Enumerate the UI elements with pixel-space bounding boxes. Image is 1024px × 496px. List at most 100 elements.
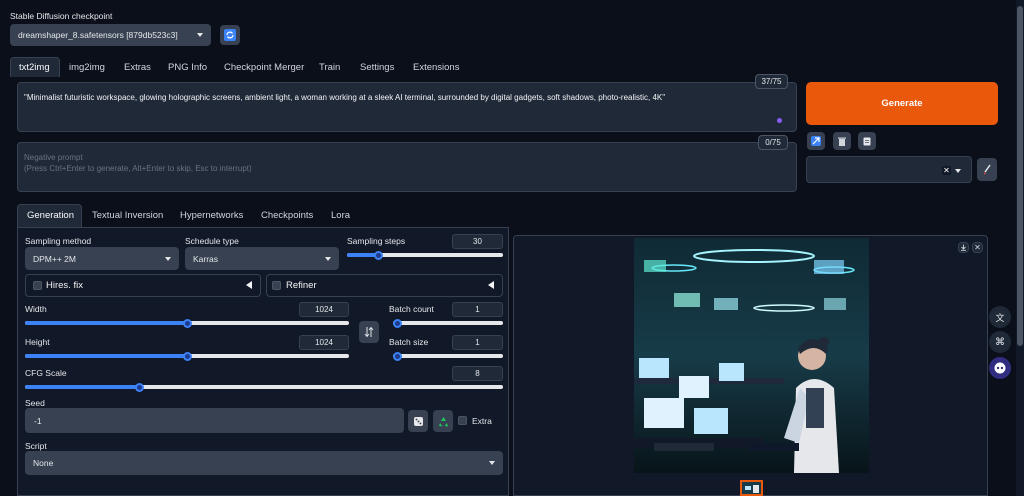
apps-button[interactable]: ⌘: [989, 331, 1011, 353]
chevron-down-icon: [197, 33, 203, 37]
refiner-checkbox[interactable]: [272, 281, 281, 290]
download-button[interactable]: [958, 242, 969, 253]
batch-count-input[interactable]: 1: [452, 302, 503, 317]
width-input[interactable]: 1024: [299, 302, 349, 317]
recycle-icon: [438, 416, 448, 426]
assistant-button[interactable]: [989, 357, 1011, 379]
close-icon[interactable]: ✕: [942, 166, 951, 175]
negative-prompt-placeholder-2: (Press Ctrl+Enter to generate, Alt+Enter…: [24, 164, 252, 173]
checkpoint-label: Stable Diffusion checkpoint: [10, 11, 113, 21]
sampling-method-dropdown[interactable]: DPM++ 2M: [25, 247, 179, 270]
tab-train[interactable]: Train: [319, 62, 340, 73]
height-slider[interactable]: [25, 351, 349, 361]
sampling-method-label: Sampling method: [25, 236, 92, 246]
script-value: None: [33, 458, 54, 468]
apps-icon: ⌘: [995, 336, 1005, 348]
batch-size-slider[interactable]: [393, 351, 503, 361]
slider-thumb[interactable]: [182, 351, 192, 361]
close-icon: ✕: [974, 243, 981, 252]
schedule-type-value: Karras: [193, 253, 219, 264]
batch-count-slider[interactable]: [393, 318, 503, 328]
dice-icon: [413, 416, 423, 426]
cfg-scale-slider[interactable]: [25, 382, 503, 392]
extra-seed-label: Extra: [472, 416, 492, 426]
close-gallery-button[interactable]: ✕: [972, 242, 983, 253]
translate-icon: 文: [995, 312, 1005, 323]
sampling-steps-input[interactable]: 30: [452, 234, 503, 249]
thumbnail-preview: [745, 486, 751, 490]
slider-thumb[interactable]: [393, 351, 402, 361]
trash-icon: [838, 137, 846, 146]
subtab-generation[interactable]: Generation: [27, 210, 74, 221]
generate-button[interactable]: Generate: [806, 82, 998, 125]
seed-label: Seed: [25, 398, 45, 408]
refiner-label: Refiner: [286, 280, 317, 291]
chevron-down-icon: [489, 461, 495, 465]
refresh-checkpoint-button[interactable]: [220, 25, 240, 45]
tab-checkpoint-merger[interactable]: Checkpoint Merger: [224, 62, 304, 73]
read-params-button[interactable]: [807, 132, 825, 150]
hires-fix-accordion[interactable]: Hires. fix: [25, 274, 261, 297]
checkpoint-dropdown[interactable]: dreamshaper_8.safetensors [879db523c3]: [10, 24, 211, 46]
generate-label: Generate: [881, 98, 923, 109]
extra-seed-checkbox[interactable]: [458, 416, 467, 425]
subtab-textual-inversion[interactable]: Textual Inversion: [92, 210, 163, 221]
apply-style-button[interactable]: [977, 158, 997, 181]
batch-size-label: Batch size: [389, 337, 429, 347]
slider-thumb[interactable]: [182, 318, 192, 328]
script-dropdown[interactable]: None: [25, 451, 503, 475]
tab-img2img[interactable]: img2img: [69, 62, 105, 73]
thumbnail-preview-figure: [753, 485, 759, 493]
seed-input[interactable]: -1: [25, 408, 404, 433]
slider-fill: [25, 321, 187, 325]
tab-txt2img[interactable]: txt2img: [19, 62, 50, 73]
negative-prompt-textarea[interactable]: Negative prompt (Press Ctrl+Enter to gen…: [17, 142, 797, 192]
arrow-icon: [811, 136, 821, 146]
chevron-down-icon: [955, 169, 961, 173]
gallery-thumbnail[interactable]: [740, 480, 763, 496]
sampling-method-value: DPM++ 2M: [33, 253, 76, 264]
hires-fix-label: Hires. fix: [46, 280, 83, 291]
cfg-scale-input[interactable]: 8: [452, 366, 503, 381]
translate-button[interactable]: 文: [989, 306, 1011, 328]
script-label: Script: [25, 441, 47, 451]
tab-extensions[interactable]: Extensions: [413, 62, 459, 73]
sampling-steps-label: Sampling steps: [347, 236, 406, 246]
checkpoint-value: dreamshaper_8.safetensors [879db523c3]: [18, 30, 178, 40]
collapse-arrow-icon: [246, 281, 252, 289]
width-slider[interactable]: [25, 318, 349, 328]
subtab-checkpoints[interactable]: Checkpoints: [261, 210, 313, 221]
schedule-type-dropdown[interactable]: Karras: [185, 247, 339, 270]
slider-thumb[interactable]: [393, 318, 402, 328]
scrollbar-thumb[interactable]: [1017, 6, 1023, 346]
subtab-hypernetworks[interactable]: Hypernetworks: [180, 210, 243, 221]
styles-button[interactable]: [858, 132, 876, 150]
slider-thumb[interactable]: [135, 382, 145, 392]
download-icon: [961, 244, 966, 251]
tab-extras[interactable]: Extras: [124, 62, 151, 73]
clear-prompt-button[interactable]: [833, 132, 851, 150]
tab-settings[interactable]: Settings: [360, 62, 394, 73]
sampling-steps-slider[interactable]: [347, 250, 503, 260]
subtab-lora[interactable]: Lora: [331, 210, 350, 221]
chevron-down-icon: [325, 256, 331, 261]
chevron-down-icon: [165, 256, 171, 261]
swap-icon: [364, 326, 374, 338]
batch-count-label: Batch count: [389, 304, 434, 314]
batch-size-input[interactable]: 1: [452, 335, 503, 350]
random-seed-button[interactable]: [408, 410, 428, 432]
prompt-textarea[interactable]: "Minimalist futuristic workspace, glowin…: [17, 82, 797, 132]
page-scrollbar[interactable]: [1016, 0, 1024, 496]
generated-image[interactable]: [634, 238, 869, 473]
refresh-icon: [224, 29, 236, 41]
collapse-arrow-icon: [488, 281, 494, 289]
tab-png-info[interactable]: PNG Info: [168, 62, 207, 73]
height-input[interactable]: 1024: [299, 335, 349, 350]
reuse-seed-button[interactable]: [433, 410, 453, 432]
hires-fix-checkbox[interactable]: [33, 281, 42, 290]
refiner-accordion[interactable]: Refiner: [266, 274, 503, 297]
height-label: Height: [25, 337, 50, 347]
slider-thumb[interactable]: [373, 250, 383, 260]
styles-dropdown[interactable]: ✕: [806, 156, 972, 183]
swap-dimensions-button[interactable]: [359, 321, 379, 343]
